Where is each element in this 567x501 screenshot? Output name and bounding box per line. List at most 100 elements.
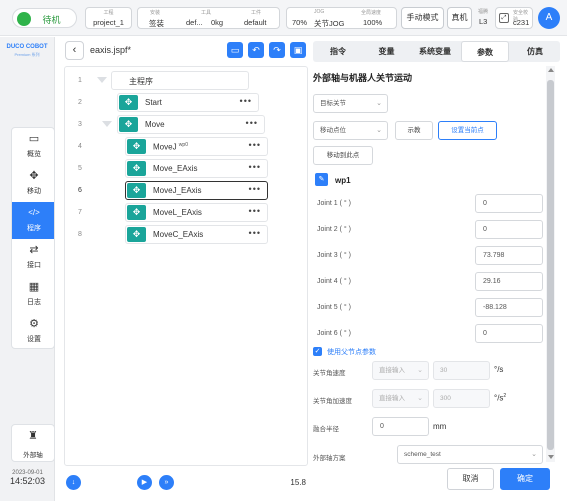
redo-icon[interactable]: ↷ (269, 42, 285, 58)
nav-menu: ▭ 概览 ✥ 移动 </> 程序 ⇄ 接口 ▦ 日志 ⚙ 设置 (11, 127, 55, 349)
right-panel-tabs: 指令 变量 系统变量 参数 仿真 (313, 41, 560, 62)
status-label: 待机 (42, 15, 61, 25)
tree-node-main[interactable]: 主程序 (111, 71, 249, 90)
calendar-icon: ▦ (28, 281, 40, 293)
nav-item-interface[interactable]: ⇄ 接口 (12, 239, 54, 276)
tab-simulation[interactable]: 仿真 (510, 41, 560, 62)
panel-title: 外部轴与机器人关节运动 (313, 73, 413, 83)
joint-5-input[interactable]: -88.128 (475, 298, 543, 317)
move-icon: ✥ (29, 170, 39, 182)
chevron-down-icon: ⌄ (531, 451, 537, 458)
save-icon[interactable]: ▣ (290, 42, 306, 58)
tree-node-movej[interactable]: ✥ MoveJ wp0 ••• (125, 137, 268, 156)
joint-speed-unit: °/s (494, 365, 504, 374)
brand-logo: DUCO COBOT (6, 44, 48, 50)
robot-status-pill[interactable]: 待机 (12, 8, 77, 28)
move-mode-select[interactable]: 移动点位 ⌄ (313, 121, 388, 140)
external-axis-button[interactable]: ♜ 外部轴 (11, 424, 55, 462)
joint-1-input[interactable]: 0 (475, 194, 543, 213)
program-footer: ↓ ▶ » 15.8 (60, 472, 310, 494)
nav-item-settings[interactable]: ⚙ 设置 (12, 313, 54, 348)
step-forward-icon[interactable]: » (159, 475, 174, 490)
user-avatar[interactable]: A (538, 7, 560, 29)
joint-speed-input[interactable]: 30 (433, 361, 490, 380)
joint-6-input[interactable]: 0 (475, 324, 543, 343)
robot-arm-icon: ♜ (28, 430, 38, 442)
code-icon: </> (28, 208, 40, 217)
download-icon[interactable]: ↓ (66, 475, 81, 490)
tree-node-move[interactable]: ✥ Move ••• (117, 115, 265, 134)
install-tool-workpiece-box[interactable]: 安装 签装 工具 def... 0kg 工件 default (137, 7, 280, 29)
use-parent-checkbox[interactable]: ✓ (313, 347, 322, 356)
project-name: project_1 (93, 18, 124, 27)
undo-icon[interactable]: ↶ (248, 42, 264, 58)
real-robot-button[interactable]: 真机 (447, 7, 472, 29)
collapse-icon[interactable] (97, 77, 107, 83)
permission-level: 福腾 L3 (478, 9, 489, 26)
more-icon[interactable]: ••• (240, 96, 252, 106)
monitor-icon: ▭ (28, 133, 40, 145)
collapse-icon[interactable] (102, 121, 112, 127)
tab-instructions[interactable]: 指令 (313, 41, 363, 62)
safety-check-box[interactable]: ⤢ 安全校验 c231 (495, 7, 533, 29)
scroll-down-icon[interactable] (548, 455, 554, 459)
tree-node-movel-eaxis[interactable]: ✥ MoveL_EAxis ••• (125, 203, 268, 222)
joint-4-input[interactable]: 29.16 (475, 272, 543, 291)
more-icon[interactable]: ••• (249, 206, 261, 216)
manual-mode-button[interactable]: 手动模式 (401, 7, 444, 29)
joint-accel-unit: °/s2 (494, 393, 507, 403)
move-icon: ✥ (127, 227, 146, 242)
move-icon: ✥ (119, 95, 138, 110)
tree-node-move-eaxis[interactable]: ✥ Move_EAxis ••• (125, 159, 268, 178)
scrollbar-thumb[interactable] (547, 80, 554, 450)
top-status-bar: 待机 工程 project_1 安装 签装 工具 def... 0kg 工件 d… (0, 0, 567, 36)
joint-accel-mode-select[interactable]: 直接输入 ⌄ (372, 389, 429, 408)
program-tree: 1 2 3 4 5 6 7 8 主程序 ✥ Start ••• ✥ Move •… (64, 66, 308, 466)
joint-3-input[interactable]: 73.798 (475, 246, 543, 265)
more-icon[interactable]: ••• (246, 118, 258, 128)
tree-node-movec-eaxis[interactable]: ✥ MoveC_EAxis ••• (125, 225, 268, 244)
joint-speed-mode-select[interactable]: 直接输入 ⌄ (372, 361, 429, 380)
parameter-panel: 外部轴与机器人关节运动 目标关节 ⌄ 移动点位 ⌄ 示教 设置当前点 移动到此点 ✎… (313, 64, 556, 466)
move-icon: ✥ (127, 161, 146, 176)
edit-icon[interactable]: ✎ (315, 173, 328, 186)
joint-accel-input[interactable]: 300 (433, 389, 490, 408)
project-box[interactable]: 工程 project_1 (85, 7, 132, 29)
more-icon[interactable]: ••• (249, 184, 261, 194)
confirm-button[interactable]: 确定 (500, 468, 550, 490)
more-icon[interactable]: ••• (249, 228, 261, 238)
scroll-up-icon[interactable] (548, 68, 554, 72)
move-to-point-button[interactable]: 移动到此点 (313, 146, 373, 165)
scrollbar[interactable] (546, 66, 555, 462)
nav-item-program[interactable]: </> 程序 (12, 202, 54, 239)
move-icon: ✥ (127, 205, 146, 220)
more-icon[interactable]: ••• (249, 162, 261, 172)
tree-node-start[interactable]: ✥ Start ••• (117, 93, 259, 112)
jog-speed-box[interactable]: JOG 70% 关节JOG 全局速度 100% (286, 7, 397, 29)
blend-radius-input[interactable]: 0 (372, 417, 429, 436)
tab-variables[interactable]: 变量 (363, 41, 410, 62)
cancel-button[interactable]: 取消 (447, 468, 494, 490)
target-select[interactable]: 目标关节 ⌄ (313, 94, 388, 113)
set-current-point-button[interactable]: 设置当前点 (438, 121, 497, 140)
joint-2-input[interactable]: 0 (475, 220, 543, 239)
tab-parameters[interactable]: 参数 (461, 41, 509, 62)
external-axis-scheme-select[interactable]: scheme_test ⌄ (397, 445, 543, 464)
play-icon[interactable]: ▶ (137, 475, 152, 490)
nav-item-move[interactable]: ✥ 移动 (12, 165, 54, 202)
move-icon: ✥ (119, 117, 138, 132)
tree-node-movej-eaxis[interactable]: ✥ MoveJ_EAxis ••• (125, 181, 268, 200)
program-filename: eaxis.jspf* (90, 45, 132, 55)
gear-icon: ⚙ (29, 318, 39, 330)
nav-item-log[interactable]: ▦ 日志 (12, 276, 54, 313)
datetime: 2023-09-01 14:52:03 (9, 470, 46, 486)
move-icon: ✥ (127, 183, 146, 198)
teach-button[interactable]: 示教 (395, 121, 433, 140)
tab-system-variables[interactable]: 系统变量 (410, 41, 460, 62)
more-icon[interactable]: ••• (249, 140, 261, 150)
nav-item-overview[interactable]: ▭ 概览 (12, 128, 54, 165)
folder-icon[interactable]: ▭ (227, 42, 243, 58)
waypoint-name: wp1 (335, 176, 351, 185)
back-button[interactable]: ‹ (65, 41, 84, 60)
left-navigation: DUCO COBOT Premium 系列 ▭ 概览 ✥ 移动 </> 程序 ⇄… (0, 37, 55, 501)
